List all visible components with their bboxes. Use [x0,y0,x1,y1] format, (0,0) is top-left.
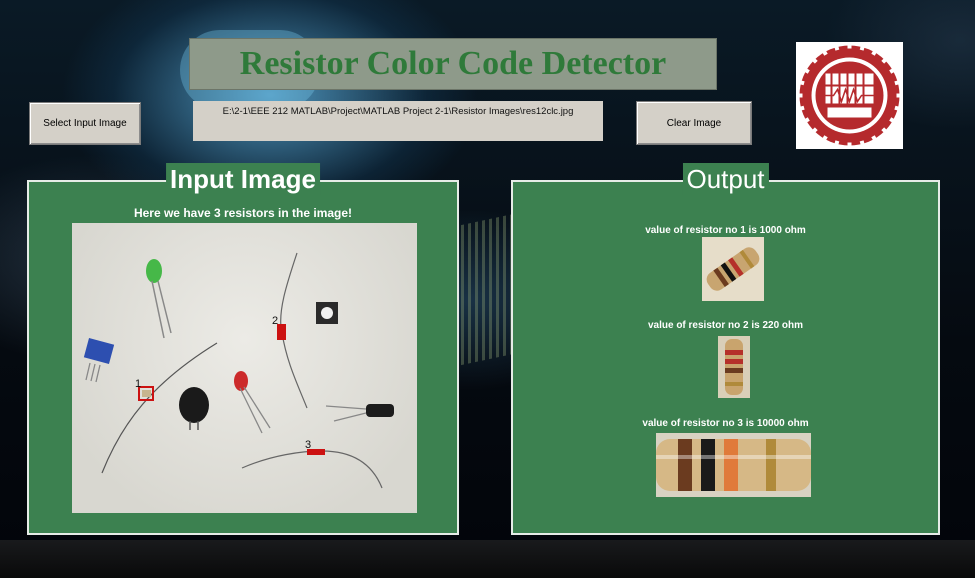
clear-image-label: Clear Image [666,117,722,129]
select-input-image-label: Select Input Image [43,118,127,129]
output-panel: Output value of resistor no 1 is 1000 oh… [511,163,940,535]
app-title-box: Resistor Color Code Detector [189,38,717,90]
image-path-text: E:\2-1\EEE 212 MATLAB\Project\MATLAB Pro… [222,106,574,117]
resistor-3-image [656,433,811,497]
result-3-label: value of resistor no 3 is 10000 ohm [642,418,809,429]
input-panel-title: Input Image [166,163,320,195]
green-led [146,259,172,339]
resistor-2-image [718,336,750,398]
result-2-label: value of resistor no 2 is 220 ohm [647,320,804,331]
university-seal-icon [796,42,903,149]
output-panel-title: Output [682,163,769,195]
image-path-field[interactable]: E:\2-1\EEE 212 MATLAB\Project\MATLAB Pro… [193,101,603,141]
marker-2: 2 [272,315,278,327]
clear-image-button[interactable]: Clear Image [636,101,752,145]
input-image: 1 2 3 [72,223,417,513]
select-input-image-button[interactable]: Select Input Image [29,102,141,145]
marker-3: 3 [305,439,311,451]
background-footer [0,540,975,578]
marker-1: 1 [135,378,141,390]
result-1-label: value of resistor no 1 is 1000 ohm [645,225,806,236]
app-title: Resistor Color Code Detector [239,45,667,82]
input-panel-subtitle: Here we have 3 resistors in the image! [133,206,353,220]
resistor-1-image [702,237,764,301]
detection-box-2 [277,324,286,340]
input-image-panel: Input Image Here we have 3 resistors in … [27,163,459,535]
